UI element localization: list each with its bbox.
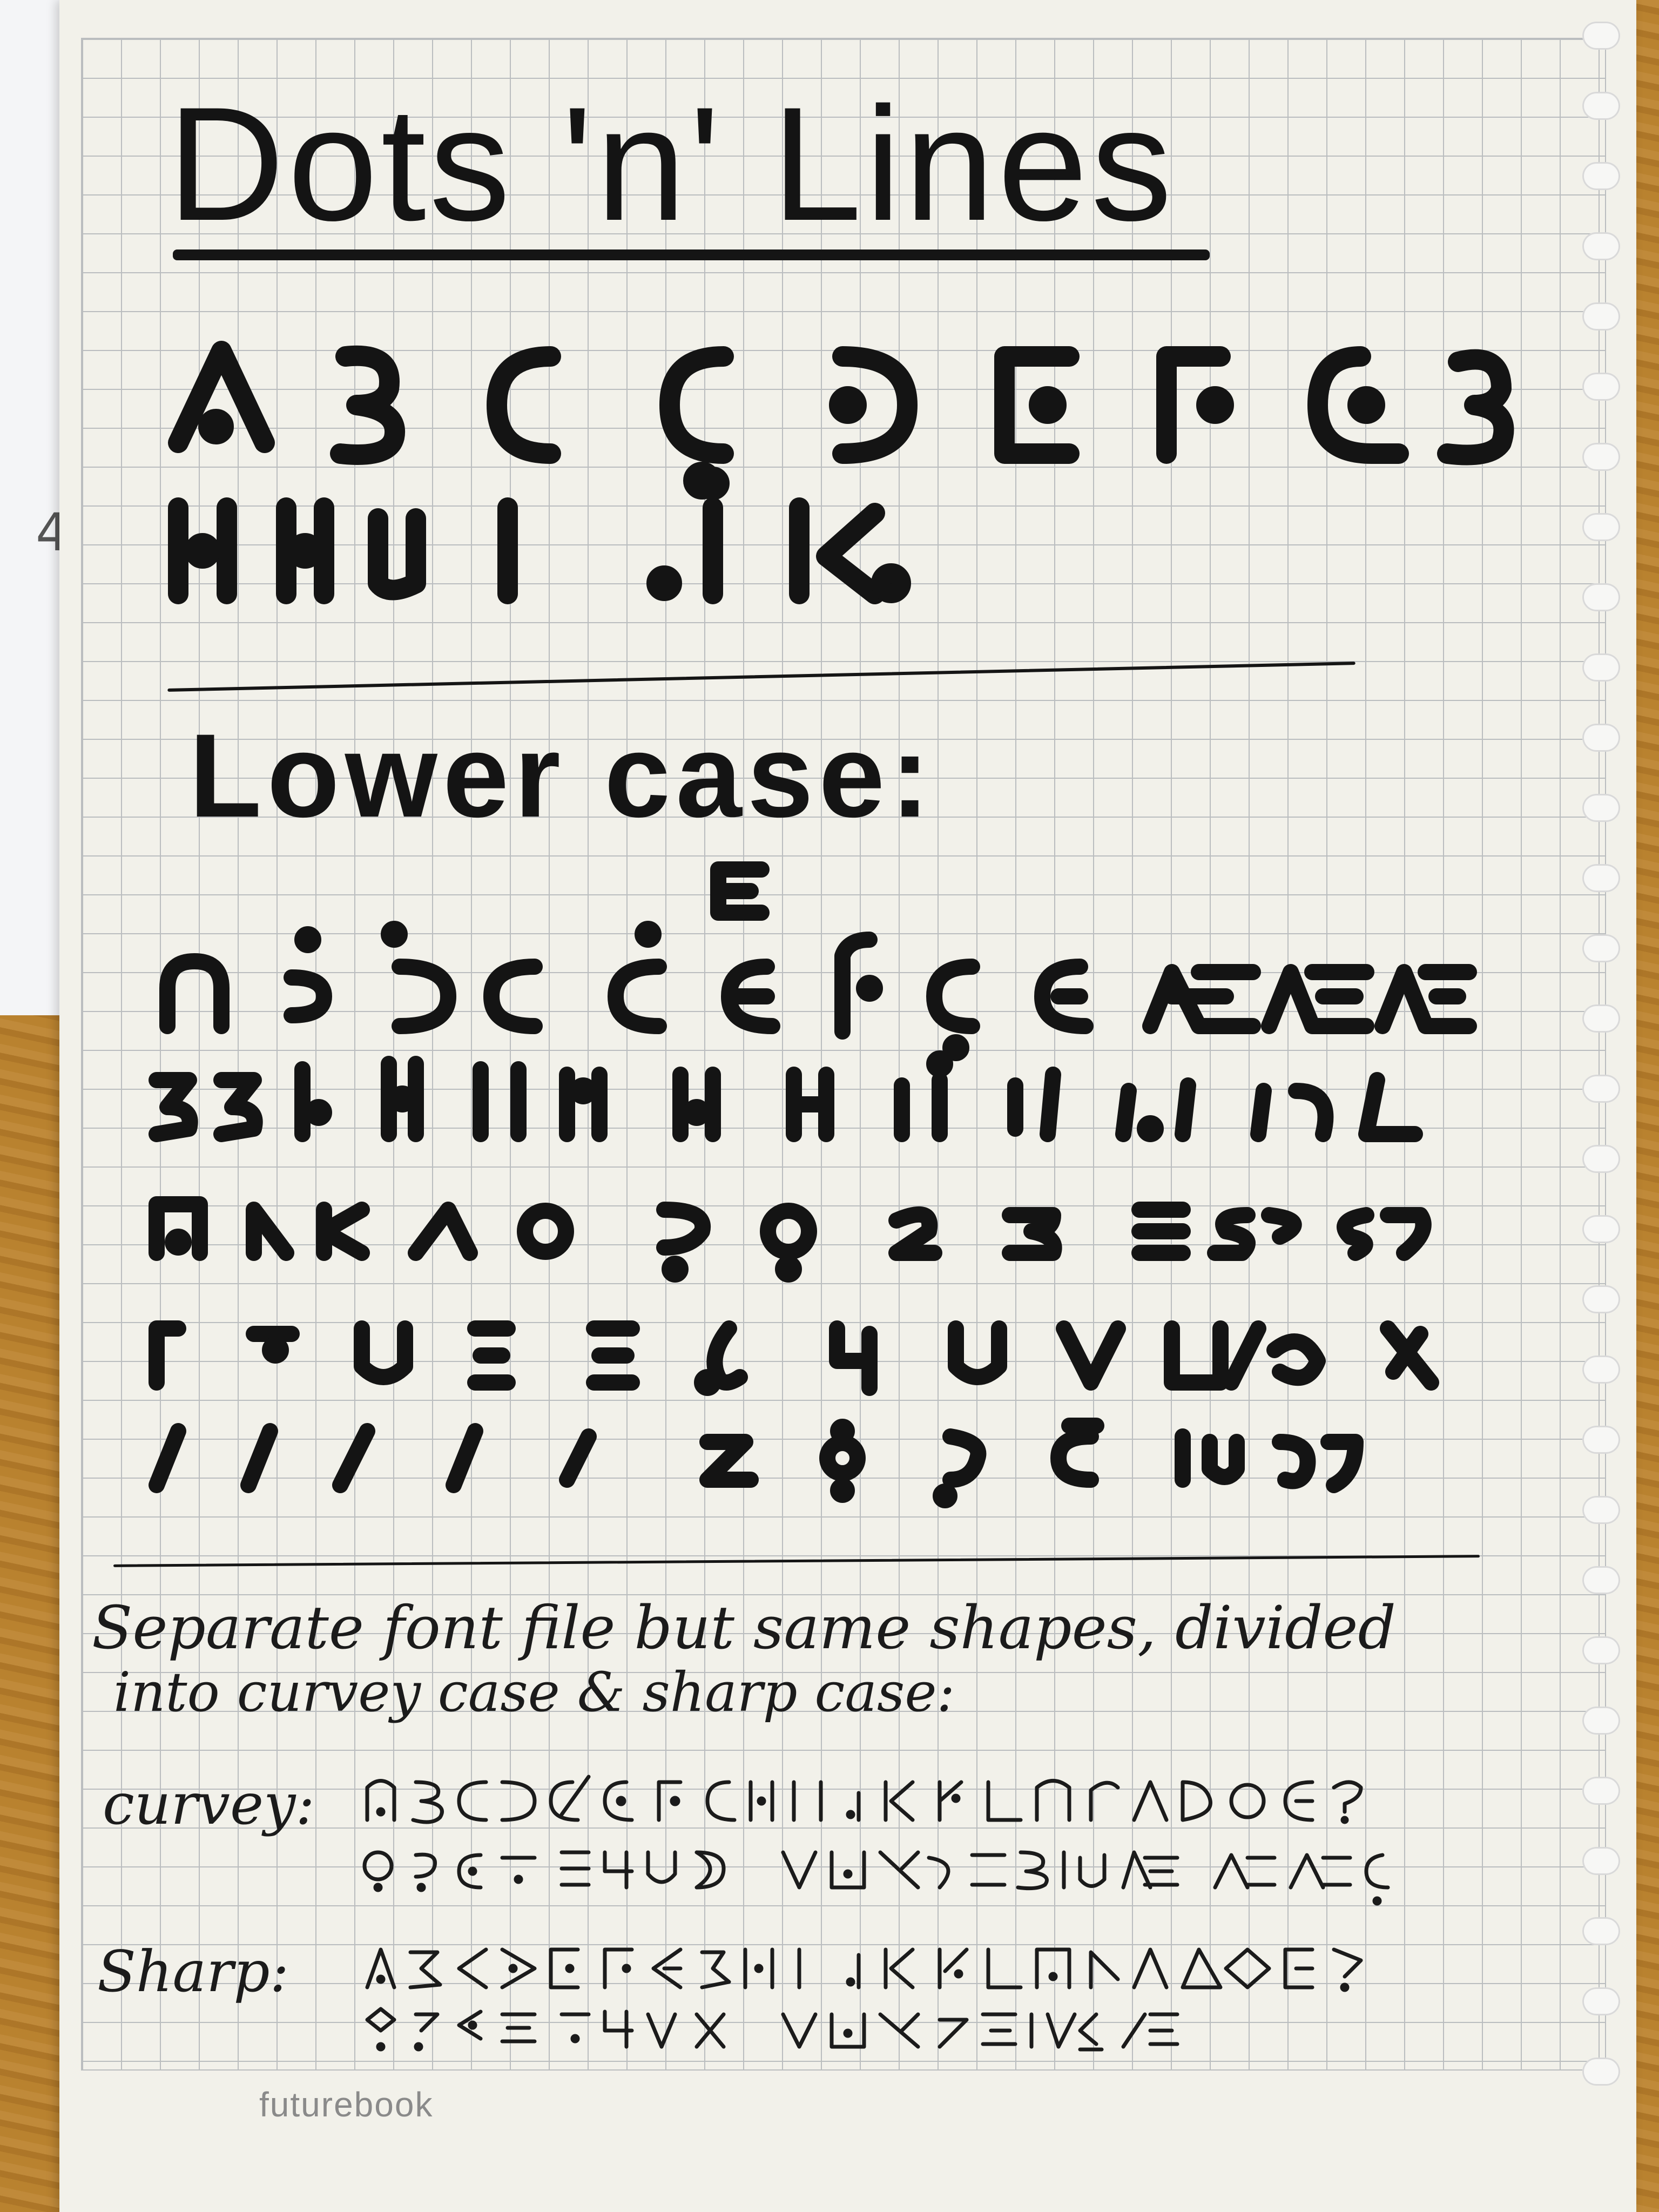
note-line-2: into curvey case & sharp case:: [113, 1661, 955, 1724]
sharp-label: Sharp:: [97, 1939, 289, 2005]
title-underline: [173, 249, 1210, 260]
page-title: Dots 'n' Lines: [167, 73, 1176, 254]
curvey-label: curvey:: [103, 1771, 315, 1837]
uppercase-glyphs: [168, 341, 1514, 604]
lower-case-heading: Lower case:: [189, 709, 935, 842]
curvey-sharp-glyphs: [362, 1775, 1390, 2052]
lowercase-glyphs: [149, 861, 1477, 1508]
brand-logo: futurebook: [259, 2085, 434, 2124]
note-line-1: Separate font file but same shapes, divi…: [92, 1593, 1396, 1662]
